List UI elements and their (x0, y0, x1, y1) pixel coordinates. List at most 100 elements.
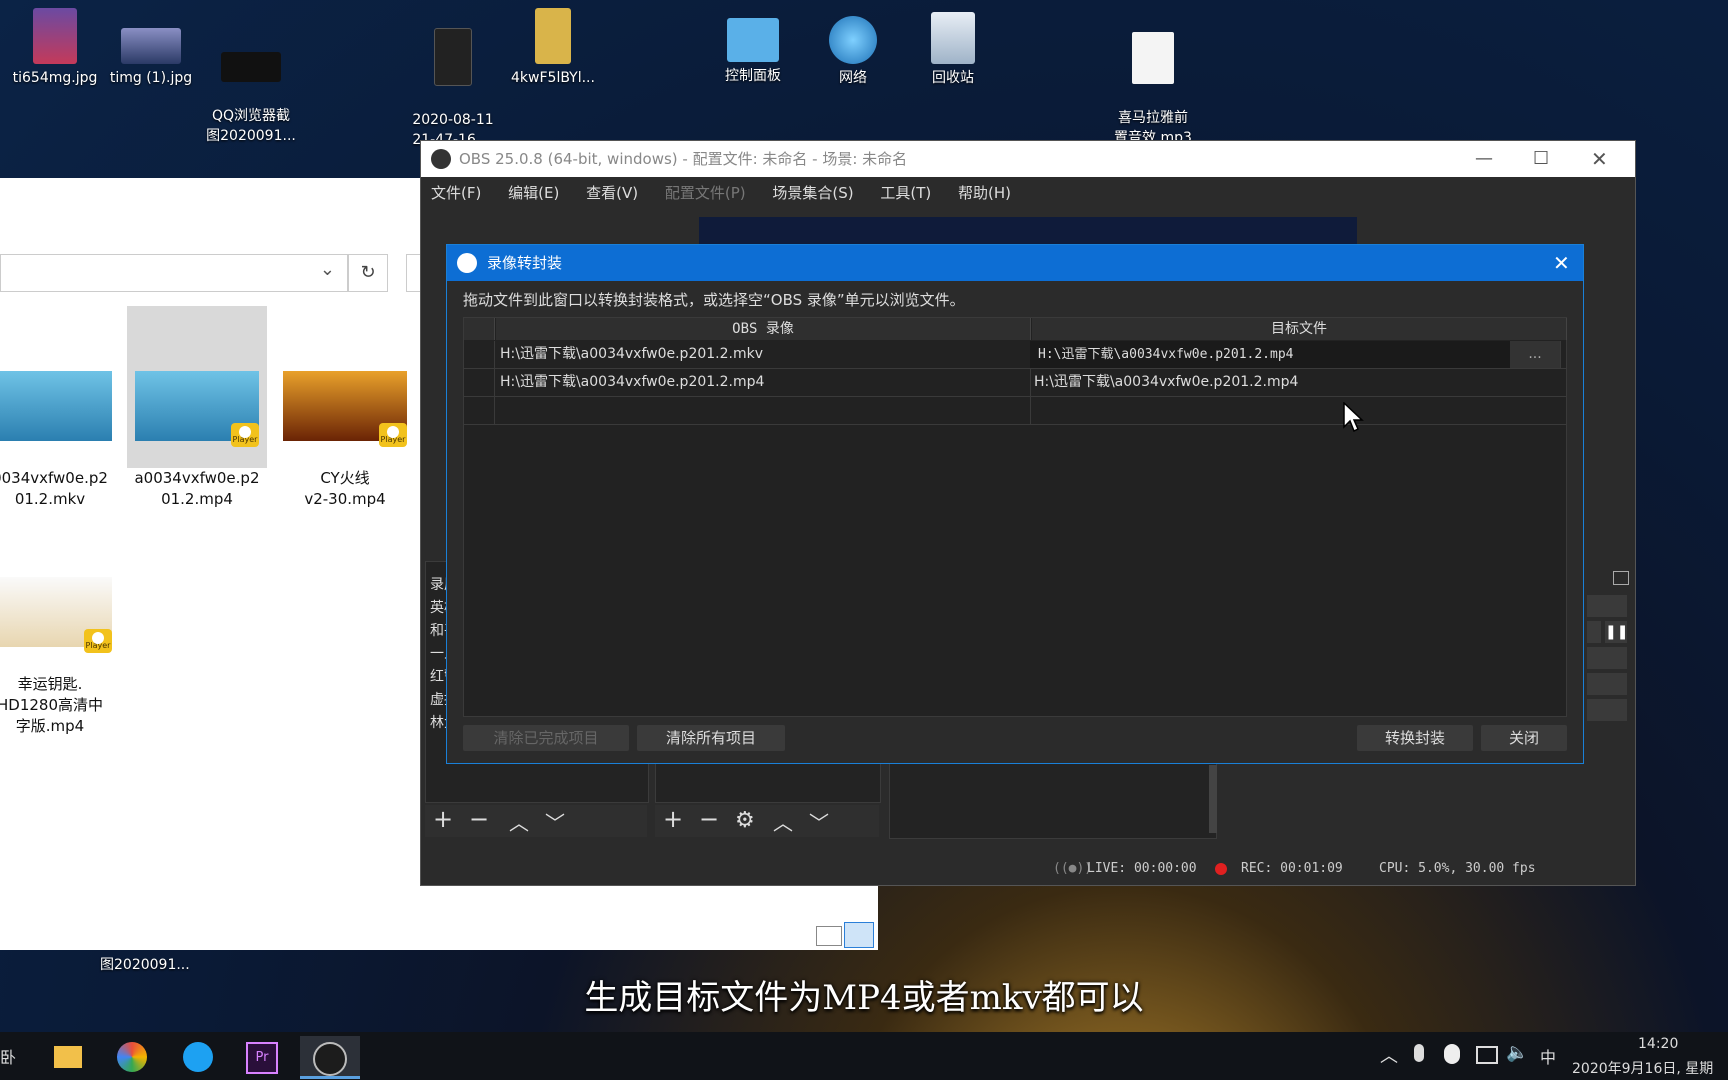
menu-scene-collection[interactable]: 场景集合(S) (772, 184, 853, 202)
control-button[interactable] (1587, 699, 1627, 721)
add-source-icon[interactable]: + (663, 805, 683, 833)
control-button[interactable] (1587, 621, 1601, 643)
desktop-icon-label: 网络 (839, 70, 867, 86)
remove-scene-icon[interactable]: − (469, 805, 489, 833)
table-row-empty[interactable] (464, 397, 1567, 425)
clear-completed-button[interactable]: 清除已完成项目 (463, 725, 629, 751)
obs-logo-icon (431, 149, 451, 169)
remux-button[interactable]: 转换封装 (1357, 725, 1473, 751)
menu-tools[interactable]: 工具(T) (880, 184, 931, 202)
desktop-icon-qq-screenshot[interactable]: QQ浏览器截 图2020091... (196, 8, 306, 166)
view-toggle-tiles-icon[interactable] (844, 922, 874, 948)
premiere-icon[interactable]: Pr (238, 1036, 286, 1076)
remux-dialog: 录像转封装 ✕ 拖动文件到此窗口以转换封装格式，或选择空“OBS 录像”单元以浏… (446, 244, 1584, 764)
file-item-lucky-key[interactable]: Player 幸运钥匙. HD1280高清中 字版.mp4 (0, 556, 120, 758)
source-cell[interactable]: H:\迅雷下载\a0034vxfw0e.p201.2.mkv (496, 341, 1031, 368)
move-up-icon[interactable]: ︿ (509, 807, 529, 836)
desktop-icon-label: 4kwF5lBYl... (511, 70, 595, 86)
file-label: a0034vxfw0e.p2 01.2.mp4 (134, 469, 260, 508)
add-scene-icon[interactable]: + (433, 805, 453, 833)
clear-all-button[interactable]: 清除所有项目 (637, 725, 785, 751)
image-thumbnail-icon (221, 52, 281, 82)
microphone-icon[interactable] (1414, 1044, 1424, 1062)
address-bar[interactable]: ⌄ (0, 254, 348, 292)
video-thumbnail-icon: Player (283, 371, 407, 447)
desktop-icon-4kwf[interactable]: 4kwF5lBYl... (498, 8, 608, 88)
mouse-cursor-icon (1343, 402, 1364, 433)
sources-toolbar: + − ⚙ ︿ ﹀ (655, 805, 879, 837)
menu-file[interactable]: 文件(F) (431, 184, 481, 202)
file-item-mkv[interactable]: 0034vxfw0e.p2 01.2.mkv (0, 350, 120, 531)
file-item-mp4[interactable]: Player a0034vxfw0e.p2 01.2.mp4 (127, 350, 267, 531)
ime-indicator[interactable]: 中 (1540, 1044, 1556, 1068)
live-timer: LIVE: 00:00:00 (1087, 861, 1197, 876)
qq-browser-icon[interactable] (174, 1036, 222, 1076)
obs-taskbar-icon[interactable] (300, 1036, 360, 1079)
network-icon (829, 16, 877, 64)
clock-date[interactable]: 2020年9月16日, 星期 (1572, 1058, 1713, 1078)
video-thumbnail-icon (535, 8, 571, 64)
table-row[interactable]: H:\迅雷下载\a0034vxfw0e.p201.2.mkv H:\迅雷下载\a… (464, 341, 1566, 369)
chevron-down-icon[interactable]: ⌄ (320, 259, 335, 280)
source-cell[interactable]: H:\迅雷下载\a0034vxfw0e.p201.2.mp4 (496, 369, 1031, 396)
desktop-icon-timg[interactable]: timg (1).jpg (96, 8, 206, 88)
player-badge-icon: Player (231, 423, 259, 447)
target-input[interactable]: H:\迅雷下载\a0034vxfw0e.p201.2.mp4 (1038, 347, 1294, 362)
video-thumbnail-icon: Player (0, 577, 112, 653)
view-toggle-details-icon[interactable] (816, 926, 842, 946)
close-icon[interactable]: ✕ (1553, 245, 1570, 281)
target-cell-editor[interactable]: H:\迅雷下载\a0034vxfw0e.p201.2.mp4 (1030, 341, 1517, 368)
video-thumbnail-icon: Player (135, 371, 259, 447)
chevron-up-icon[interactable]: ︿ (1380, 1042, 1398, 1068)
file-label: 幸运钥匙. HD1280高清中 字版.mp4 (0, 675, 103, 735)
dock-popout-icon[interactable] (1613, 571, 1629, 585)
qq-tray-icon[interactable] (1444, 1044, 1460, 1064)
refresh-icon[interactable]: ↻ (348, 254, 388, 292)
desktop-icon-ti654mg[interactable]: ti654mg.jpg (0, 8, 110, 88)
source-cell[interactable] (496, 397, 1031, 424)
pause-icon[interactable]: ❚❚ (1605, 621, 1628, 643)
menu-edit[interactable]: 编辑(E) (508, 184, 559, 202)
move-down-icon[interactable]: ﹀ (545, 807, 565, 836)
minimize-icon[interactable]: — (1475, 141, 1493, 177)
file-item-cy[interactable]: Player CY火线 v2-30.mp4 (275, 350, 415, 531)
mixer-scrollbar[interactable] (1209, 765, 1217, 833)
file-explorer-icon[interactable] (44, 1036, 92, 1076)
desktop-icon-label: 回收站 (932, 70, 974, 86)
target-cell[interactable]: H:\迅雷下载\a0034vxfw0e.p201.2.mp4 (1030, 369, 1567, 396)
network-tray-icon[interactable] (1476, 1046, 1498, 1064)
browser-icon[interactable] (108, 1036, 156, 1076)
row-index (464, 369, 495, 396)
table-row[interactable]: H:\迅雷下载\a0034vxfw0e.p201.2.mp4 H:\迅雷下载\a… (464, 369, 1567, 397)
volume-icon[interactable]: 🔈 (1506, 1042, 1528, 1063)
menu-profile[interactable]: 配置文件(P) (665, 184, 746, 202)
maximize-icon[interactable]: ☐ (1533, 141, 1549, 177)
move-up-icon[interactable]: ︿ (773, 807, 793, 836)
control-button[interactable] (1587, 595, 1627, 617)
desktop-icon-control-panel[interactable]: 控制面板 (698, 8, 808, 86)
dialog-title: 录像转封装 (487, 254, 563, 272)
obs-menu-bar: 文件(F) 编辑(E) 查看(V) 配置文件(P) 场景集合(S) 工具(T) … (421, 177, 1635, 209)
close-button[interactable]: 关闭 (1481, 725, 1567, 751)
gear-icon[interactable]: ⚙ (735, 808, 755, 833)
table-header-target: 目标文件 (1032, 318, 1567, 340)
image-thumbnail-icon (121, 28, 181, 64)
menu-help[interactable]: 帮助(H) (958, 184, 1011, 202)
browse-button[interactable]: ... (1510, 341, 1561, 368)
move-down-icon[interactable]: ﹀ (809, 807, 829, 836)
clock-time[interactable]: 14:20 (1638, 1036, 1678, 1052)
taskbar: 卧 Pr ︿ 🔈 中 14:20 2020年9月16日, 星期 (0, 1032, 1728, 1080)
taskbar-left-label: 卧 (0, 1048, 17, 1067)
menu-view[interactable]: 查看(V) (586, 184, 638, 202)
audio-file-icon (1132, 32, 1174, 84)
desktop-icon-network[interactable]: 网络 (798, 8, 908, 88)
close-icon[interactable]: ✕ (1591, 141, 1608, 177)
desktop-icon-label: timg (1).jpg (109, 70, 193, 86)
dialog-description: 拖动文件到此窗口以转换封装格式，或选择空“OBS 录像”单元以浏览文件。 (463, 291, 965, 309)
target-cell[interactable] (1030, 397, 1567, 424)
control-button[interactable] (1587, 647, 1627, 669)
desktop-icon-label: 控制面板 (725, 68, 781, 84)
desktop-icon-recycle-bin[interactable]: 回收站 (898, 8, 1008, 88)
control-button[interactable] (1587, 673, 1627, 695)
remove-source-icon[interactable]: − (699, 805, 719, 833)
